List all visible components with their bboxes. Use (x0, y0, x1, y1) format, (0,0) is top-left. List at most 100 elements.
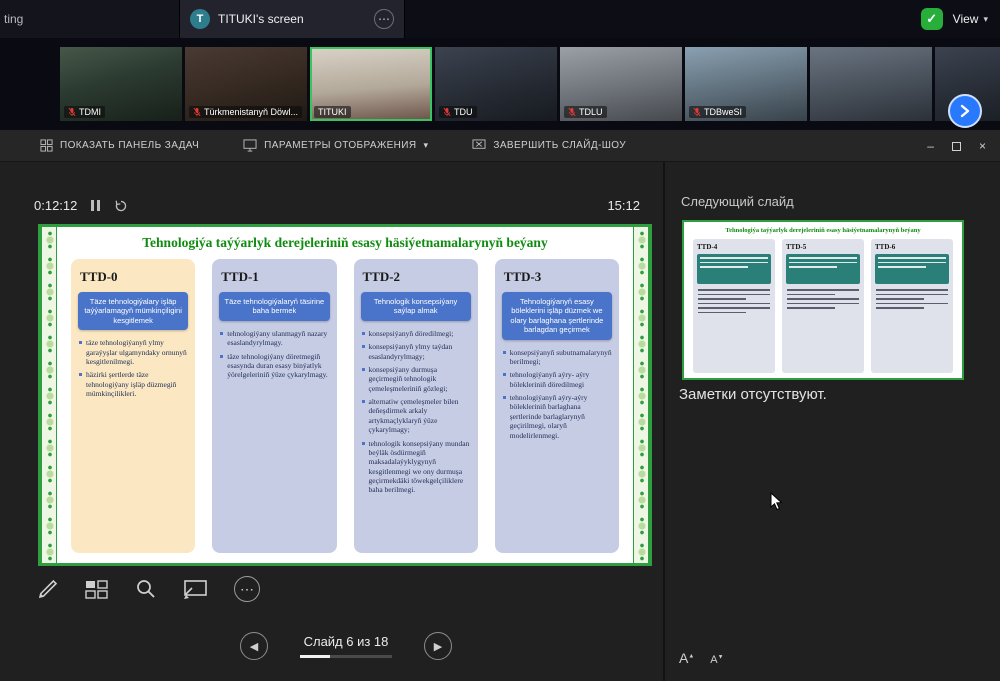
chevron-down-icon: ▾ (983, 14, 988, 25)
tab-shared-screen[interactable]: T TITUKI's screen ⋯ (180, 0, 405, 38)
presenter-main-area: 0:12:12 15:12 Tehnologiýa taýýarlyk dere… (0, 162, 663, 681)
participant-video[interactable]: TDU (435, 47, 557, 121)
column-subtitle-box (786, 254, 860, 284)
participant-video-active-speaker[interactable]: TITUKI (310, 47, 432, 121)
next-slide-button[interactable]: ▶ (424, 632, 452, 660)
participant-video[interactable]: TDBweSI (685, 47, 807, 121)
taskbar-grid-icon (40, 139, 53, 152)
pen-tool-button[interactable] (36, 577, 60, 601)
display-settings-button[interactable]: ПАРАМЕТРЫ ОТОБРАЖЕНИЯ ▾ (243, 139, 428, 152)
tab-meeting[interactable]: ting (0, 0, 180, 38)
show-taskbar-label: ПОКАЗАТЬ ПАНЕЛЬ ЗАДАЧ (60, 140, 199, 151)
bullet-item: täze tehnologiýany döretmegiň esasynda d… (219, 352, 329, 380)
display-settings-label: ПАРАМЕТРЫ ОТОБРАЖЕНИЯ (264, 140, 416, 151)
participant-name: TDLU (579, 107, 603, 117)
column-header: TTD-5 (786, 243, 860, 251)
see-all-slides-button[interactable] (84, 577, 110, 601)
bullet-item: täze tehnologiýanyň ylmy garaýyşlar ulga… (78, 338, 188, 366)
bullet-item: konsepsiýanyň ylmy taýdan esaslandyrylma… (361, 342, 471, 361)
display-settings-icon (243, 139, 257, 152)
video-filmstrip: TDMI Türkmenistanyň Döwl... TITUKI TDU (0, 38, 1000, 130)
view-label: View (953, 12, 979, 26)
meeting-tab-bar: ting T TITUKI's screen ⋯ ✓ View ▾ (0, 0, 1000, 38)
participant-name-badge: TDBweSI (689, 106, 746, 118)
slide-column-ttd2: TTD-2 Tehnologik konsepsiýany saýlap alm… (354, 259, 478, 553)
mic-muted-icon (568, 107, 576, 117)
security-shield-icon[interactable]: ✓ (921, 8, 943, 30)
column-bullet-list: konsepsiýanyň döredilmegi; konsepsiýanyň… (361, 329, 471, 499)
column-subtitle-box (875, 254, 949, 284)
participant-name-badge: TDU (439, 106, 477, 118)
bullet-item: häzirki şertlerde täze tehnologiýany işl… (78, 370, 188, 398)
restart-timer-button[interactable] (114, 199, 128, 213)
column-subtitle-box: Täze tehnologiýalaryň täsirine baha berm… (219, 292, 329, 321)
arrow-right-icon: ▶ (434, 640, 442, 653)
participant-name-badge: TITUKI (314, 106, 351, 118)
column-subtitle-box: Tehnologiýanyň esasy böleklerini işläp d… (502, 292, 612, 340)
slide-navigation: ◀ Слайд 6 из 18 ▶ (240, 632, 452, 660)
column-header: TTD-4 (697, 243, 771, 251)
column-subtitle-box: Täze tehnologiýalary işläp taýýarlamagyň… (78, 292, 188, 330)
minimize-button[interactable]: – (927, 139, 934, 153)
slideshow-tools: ⋯ (36, 576, 260, 602)
mic-muted-icon (443, 107, 451, 117)
bullet-item: alternatiw çemeleşmeler bilen deňeşdirme… (361, 397, 471, 435)
more-options-button[interactable]: ⋯ (234, 576, 260, 602)
font-down-icon: ▼ (718, 654, 724, 660)
slide-ornament-right (633, 227, 649, 563)
mic-muted-icon (693, 107, 701, 117)
participant-name: Türkmenistanyň Döwl... (204, 107, 298, 117)
chevron-down-icon: ▾ (423, 140, 428, 151)
current-slide[interactable]: Tehnologiýa taýýarlyk derejeleriniň esas… (38, 224, 652, 566)
filmstrip-next-page-button[interactable] (948, 94, 982, 128)
participant-name-badge: TDMI (64, 106, 105, 118)
column-bullet-list: konsepsiýanyň subutnamalarynyň berilmegi… (502, 348, 612, 444)
current-time: 15:12 (607, 198, 640, 213)
participant-name: TITUKI (318, 107, 347, 117)
pause-timer-button[interactable] (91, 200, 100, 211)
end-slideshow-button[interactable]: ЗАВЕРШИТЬ СЛАЙД-ШОУ (472, 139, 626, 152)
bullet-item: konsepsiýanyň subutnamalarynyň berilmegi… (502, 348, 612, 367)
column-subtitle-box: Tehnologik konsepsiýany saýlap almak (361, 292, 471, 321)
black-screen-button[interactable] (182, 577, 210, 601)
participant-video[interactable]: TDMI (60, 47, 182, 121)
participant-video[interactable]: Türkmenistanyň Döwl... (185, 47, 307, 121)
bullet-item: konsepsiýany durmuşa geçirmegiň tehnolog… (361, 365, 471, 393)
slide-column-ttd3: TTD-3 Tehnologiýanyň esasy böleklerini i… (495, 259, 619, 553)
column-header: TTD-0 (80, 269, 188, 285)
next-slide-thumbnail[interactable]: Tehnologiýa taýýarlyk derejeleriniň esas… (682, 220, 964, 380)
slide-column-ttd1: TTD-1 Täze tehnologiýalaryň täsirine bah… (212, 259, 336, 553)
end-slideshow-icon (472, 139, 486, 152)
tab-meeting-label: ting (4, 12, 23, 26)
next-slide-panel: Следующий слайд Tehnologiýa taýýarlyk de… (663, 162, 1000, 681)
bullet-item: konsepsiýanyň döredilmegi; (361, 329, 471, 338)
increase-notes-font-button[interactable]: A▲ (679, 650, 694, 666)
arrow-left-icon: ◀ (250, 640, 258, 653)
ellipsis-icon: ⋯ (240, 581, 254, 598)
maximize-button[interactable] (952, 142, 961, 151)
next-slide-title: Tehnologiýa taýýarlyk derejeleriniň esas… (690, 227, 956, 234)
view-menu-button[interactable]: View ▾ (953, 12, 988, 26)
check-icon: ✓ (926, 11, 937, 27)
zoom-slide-button[interactable] (134, 577, 158, 601)
previous-slide-button[interactable]: ◀ (240, 632, 268, 660)
participant-video-cropped[interactable] (810, 47, 932, 121)
tab-menu-button[interactable]: ⋯ (374, 9, 394, 29)
participant-video[interactable]: TDLU (560, 47, 682, 121)
elapsed-time: 0:12:12 (34, 198, 77, 213)
bullet-item: tehnologiýanyň aýry- aýry bölekleriniň d… (502, 370, 612, 389)
slide-ornament-left (41, 227, 57, 563)
participant-name-badge: Türkmenistanyň Döwl... (189, 106, 302, 118)
column-subtitle-box (697, 254, 771, 284)
column-bullet-list: täze tehnologiýanyň ylmy garaýyşlar ulga… (78, 338, 188, 402)
slide-progress-fill (300, 655, 330, 658)
bullet-item: tehnologiýanyň aýry-aýry bölekleriniň ba… (502, 393, 612, 440)
slide-column-ttd0: TTD-0 Täze tehnologiýalary işläp taýýarl… (71, 259, 195, 553)
slide-counter: Слайд 6 из 18 (304, 634, 389, 649)
decrease-notes-font-button[interactable]: A▼ (710, 654, 723, 666)
next-slide-column-ttd4: TTD-4 (693, 239, 775, 373)
tab-avatar: T (190, 9, 210, 29)
show-taskbar-button[interactable]: ПОКАЗАТЬ ПАНЕЛЬ ЗАДАЧ (40, 139, 199, 152)
presenter-toolbar: ПОКАЗАТЬ ПАНЕЛЬ ЗАДАЧ ПАРАМЕТРЫ ОТОБРАЖЕ… (0, 130, 1000, 162)
close-button[interactable]: × (979, 139, 986, 153)
